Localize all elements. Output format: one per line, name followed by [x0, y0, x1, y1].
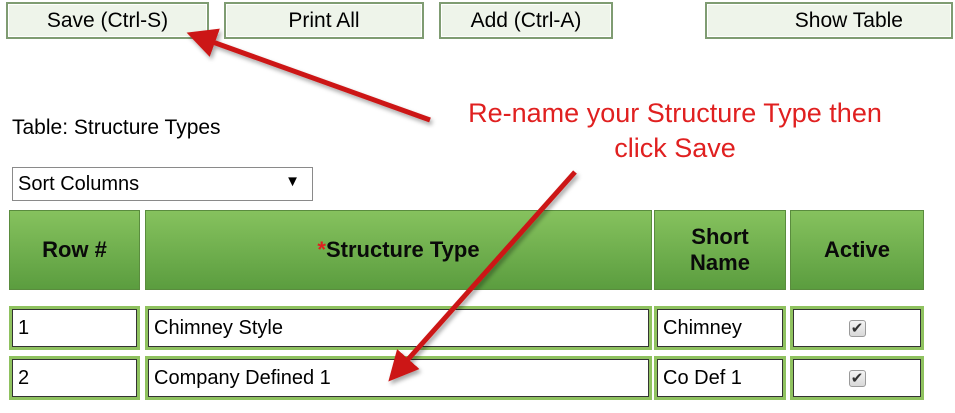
arrow-to-save-button — [186, 28, 431, 123]
arrow-to-structure-type-cell — [388, 170, 577, 382]
annotation-arrows — [186, 28, 577, 382]
